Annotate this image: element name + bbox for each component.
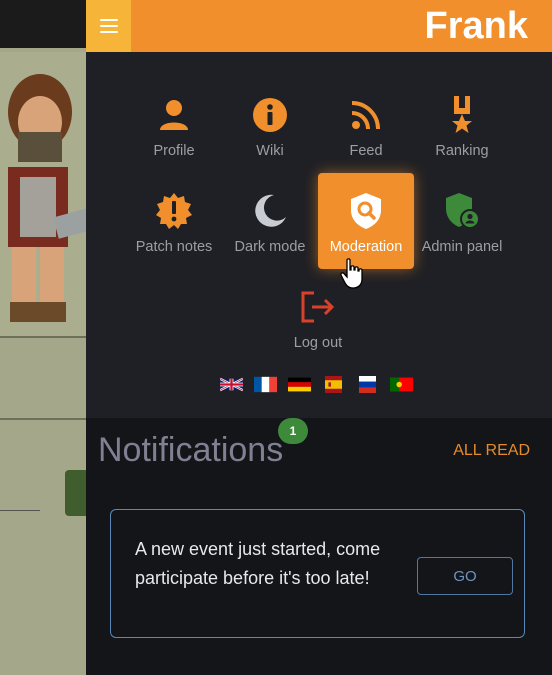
menu-item-patch-notes[interactable]: Patch notes xyxy=(126,173,222,269)
background-divider xyxy=(0,418,90,420)
menu-item-feed[interactable]: Feed xyxy=(318,77,414,173)
notification-text: A new event just started, come participa… xyxy=(135,539,381,588)
notification-count-badge: 1 xyxy=(278,418,308,444)
flag-fr-icon[interactable] xyxy=(254,376,277,393)
logout-icon xyxy=(298,287,338,327)
flag-ru-icon[interactable] xyxy=(356,376,379,393)
info-icon xyxy=(250,95,290,135)
menu-item-label: Log out xyxy=(293,335,343,351)
user-icon xyxy=(154,95,194,135)
alert-badge-icon xyxy=(154,191,194,231)
menu-item-label: Patch notes xyxy=(135,239,213,255)
menu-header: Frank xyxy=(86,0,552,52)
hamburger-icon xyxy=(99,19,118,33)
menu-item-label: Profile xyxy=(153,143,195,159)
medal-icon xyxy=(442,95,482,135)
menu-item-dark-mode[interactable]: Dark mode xyxy=(222,173,318,269)
rss-icon xyxy=(346,95,386,135)
hamburger-button[interactable] xyxy=(86,0,131,52)
flag-de-icon[interactable] xyxy=(288,376,311,393)
shield-user-icon xyxy=(442,191,482,231)
notifications-section: Notifications 1 ALL READ A new event jus… xyxy=(86,418,552,675)
shield-search-icon xyxy=(346,191,386,231)
menu-item-label: Ranking xyxy=(435,143,489,159)
flag-pt-icon[interactable] xyxy=(390,376,413,393)
menu-item-label: Feed xyxy=(349,143,383,159)
hand-cursor-icon xyxy=(339,258,365,290)
side-menu-panel: Frank Profile Wiki Feed Ranking Patch no… xyxy=(86,0,552,675)
notification-card: A new event just started, come participa… xyxy=(110,509,525,638)
notifications-title: Notifications xyxy=(98,431,284,469)
username: Frank xyxy=(424,5,528,47)
menu-item-label: Admin panel xyxy=(421,239,503,255)
flag-es-icon[interactable] xyxy=(322,376,345,393)
flag-uk-icon[interactable] xyxy=(220,376,243,393)
menu-item-ranking[interactable]: Ranking xyxy=(414,77,510,173)
menu-item-wiki[interactable]: Wiki xyxy=(222,77,318,173)
background-divider xyxy=(0,510,40,511)
menu-item-moderation[interactable]: Moderation xyxy=(318,173,414,269)
moon-icon xyxy=(250,191,290,231)
go-button[interactable]: GO xyxy=(417,557,513,595)
menu-item-label: Wiki xyxy=(256,143,284,159)
menu-item-label: Dark mode xyxy=(234,239,306,255)
menu-item-profile[interactable]: Profile xyxy=(126,77,222,173)
background-divider xyxy=(0,336,90,338)
menu-item-admin-panel[interactable]: Admin panel xyxy=(414,173,510,269)
mark-all-read-button[interactable]: ALL READ xyxy=(453,442,530,460)
language-selector xyxy=(220,376,413,393)
menu-item-label: Moderation xyxy=(329,239,403,255)
character-portrait xyxy=(0,52,103,337)
